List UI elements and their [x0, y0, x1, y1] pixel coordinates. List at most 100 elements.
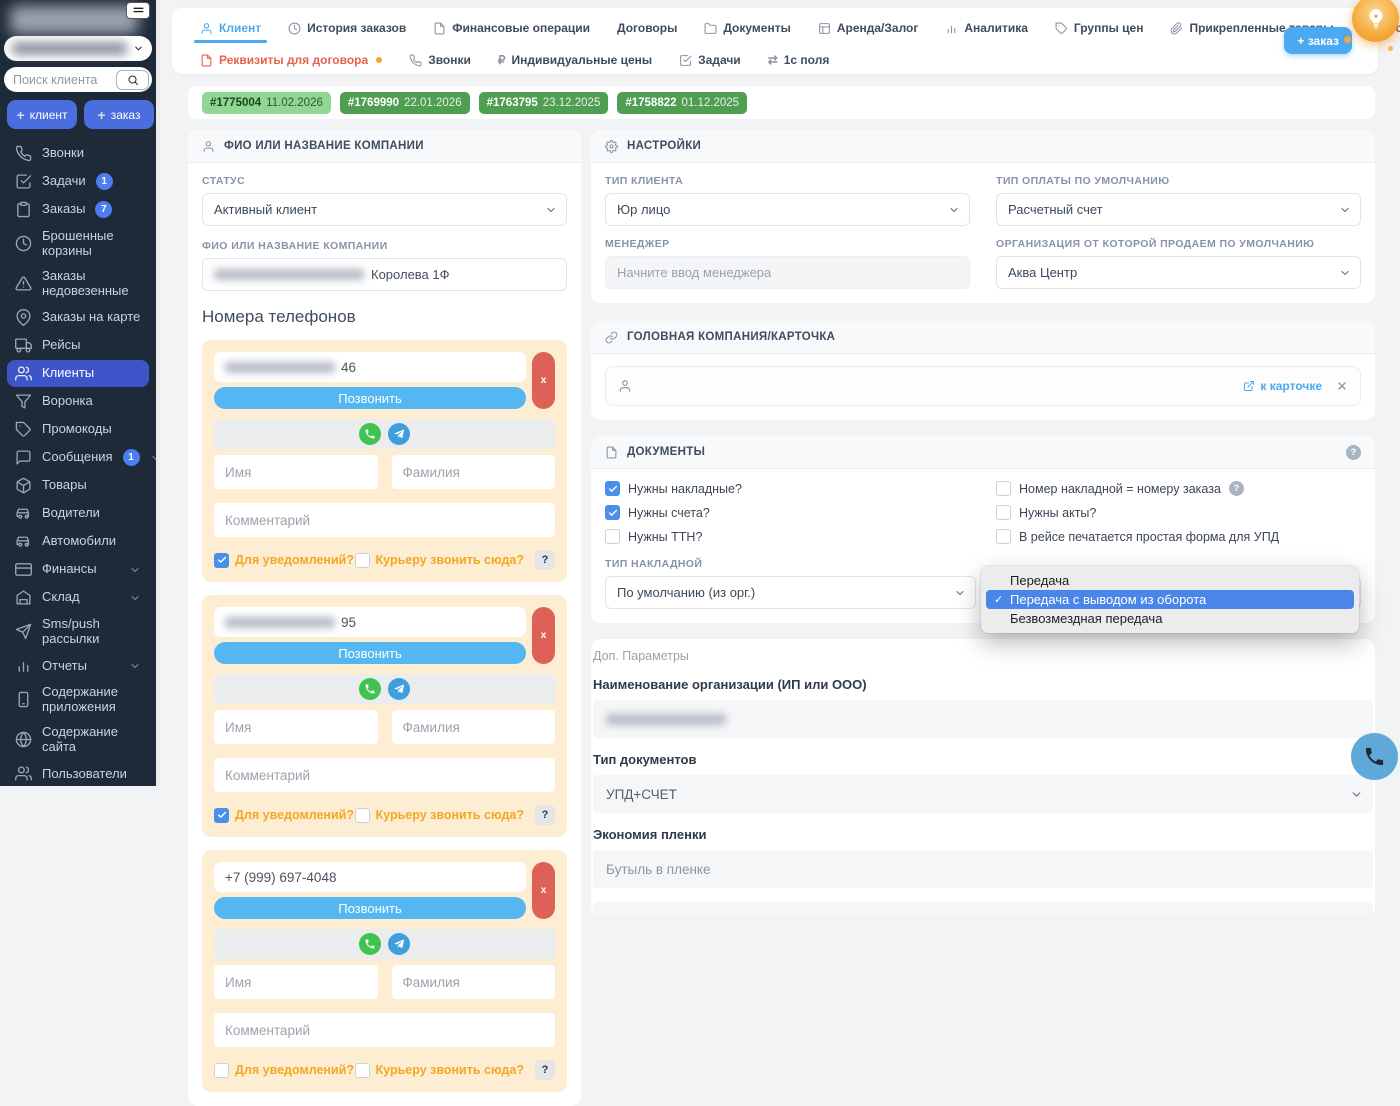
- invoice-type-select[interactable]: По умолчанию (из орг.): [605, 576, 976, 609]
- sidebar-item-warehouse[interactable]: Склад: [7, 584, 149, 611]
- telegram-icon[interactable]: [388, 933, 410, 955]
- sidebar-item-trips[interactable]: Рейсы: [7, 332, 149, 359]
- tab-calls[interactable]: Звонки: [409, 53, 471, 67]
- tab-individual-prices[interactable]: ₽Индивидуальные цены: [498, 53, 652, 67]
- remove-phone-button[interactable]: x: [532, 607, 555, 664]
- doc-checkbox[interactable]: [996, 481, 1011, 496]
- sidebar-item-undelivered-orders[interactable]: Заказы недовезенные: [7, 264, 149, 303]
- phone-number-field[interactable]: 95: [214, 607, 526, 637]
- doc-checkbox[interactable]: [996, 529, 1011, 544]
- tab-tasks[interactable]: Задачи: [679, 53, 741, 67]
- last-name-input[interactable]: [392, 455, 556, 489]
- sidebar-item-site-content[interactable]: Содержание сайта: [7, 720, 149, 759]
- sidebar-item-promocodes[interactable]: Промокоды: [7, 416, 149, 443]
- film-economy-field[interactable]: Бутыль в пленке: [593, 850, 1373, 888]
- doc-checkbox[interactable]: [605, 529, 620, 544]
- status-select[interactable]: Активный клиент: [202, 193, 567, 226]
- doc-type-select[interactable]: УПД+СЧЕТ: [593, 775, 1373, 813]
- telegram-icon[interactable]: [388, 423, 410, 445]
- dropdown-option[interactable]: Передача: [986, 571, 1354, 590]
- remove-phone-button[interactable]: x: [532, 352, 555, 409]
- documents-help-button[interactable]: ?: [1346, 445, 1361, 460]
- sidebar-item-calls[interactable]: Звонки: [7, 140, 149, 167]
- menu-icon[interactable]: [126, 2, 150, 19]
- whatsapp-icon[interactable]: [359, 933, 381, 955]
- manager-input[interactable]: [605, 256, 970, 289]
- tab-1c-fields[interactable]: ⇄1с поля: [768, 53, 830, 67]
- sidebar-item-sms-push[interactable]: Sms/push рассылки: [7, 612, 149, 651]
- call-button[interactable]: Позвонить: [214, 897, 526, 919]
- doc-checkbox[interactable]: [996, 505, 1011, 520]
- search-input[interactable]: [6, 73, 116, 87]
- sidebar-item-messages[interactable]: Сообщения1: [7, 444, 149, 471]
- first-name-input[interactable]: [214, 710, 378, 744]
- comment-input[interactable]: [214, 758, 555, 792]
- sidebar-item-orders[interactable]: Заказы7: [7, 196, 149, 223]
- courier-checkbox[interactable]: [355, 808, 370, 823]
- sidebar-item-clients[interactable]: Клиенты: [7, 360, 149, 387]
- comment-input[interactable]: [214, 503, 555, 537]
- to-card-link[interactable]: к карточке: [1243, 379, 1322, 393]
- first-name-input[interactable]: [214, 965, 378, 999]
- dropdown-option[interactable]: Безвозмездная передача: [986, 609, 1354, 628]
- courier-help-button[interactable]: ?: [535, 805, 555, 825]
- last-name-input[interactable]: [392, 965, 556, 999]
- order-badge[interactable]: #177500411.02.2026: [202, 92, 331, 114]
- call-fab-button[interactable]: [1351, 733, 1398, 780]
- sidebar-item-app-content[interactable]: Содержание приложения: [7, 680, 149, 719]
- sidebar-item-orders-on-map[interactable]: Заказы на карте: [7, 304, 149, 331]
- clear-head-company-button[interactable]: [1336, 380, 1348, 392]
- last-name-input[interactable]: [392, 710, 556, 744]
- help-icon[interactable]: ?: [1229, 481, 1244, 496]
- sidebar-item-drivers[interactable]: Водители: [7, 500, 149, 527]
- whatsapp-icon[interactable]: [359, 423, 381, 445]
- comment-input[interactable]: [214, 1013, 555, 1047]
- remove-phone-button[interactable]: x: [532, 862, 555, 919]
- dropdown-option[interactable]: ✓Передача с выводом из оборота: [986, 590, 1354, 609]
- doc-checkbox[interactable]: [605, 481, 620, 496]
- courier-checkbox[interactable]: [355, 553, 370, 568]
- tab-financial-operations[interactable]: Финансовые операции: [433, 21, 590, 35]
- tab-order-history[interactable]: История заказов: [288, 21, 406, 35]
- client-type-select[interactable]: Юр лицо: [605, 193, 970, 226]
- whatsapp-icon[interactable]: [359, 678, 381, 700]
- telegram-icon[interactable]: [388, 678, 410, 700]
- tab-price-groups[interactable]: Группы цен: [1055, 21, 1144, 35]
- courier-help-button[interactable]: ?: [535, 1060, 555, 1080]
- tab-rent-pledge[interactable]: Аренда/Залог: [818, 21, 919, 35]
- sidebar-item-finance[interactable]: Финансы: [7, 556, 149, 583]
- sidebar-item-funnel[interactable]: Воронка: [7, 388, 149, 415]
- search-button[interactable]: [116, 70, 149, 90]
- sidebar-item-products[interactable]: Товары: [7, 472, 149, 499]
- call-button[interactable]: Позвонить: [214, 642, 526, 664]
- tab-contracts[interactable]: Договоры: [617, 21, 677, 35]
- tab-documents[interactable]: Документы: [704, 21, 790, 35]
- notify-checkbox[interactable]: [214, 1063, 229, 1078]
- order-badge[interactable]: #176999022.01.2026: [340, 92, 470, 114]
- order-badge[interactable]: #176379523.12.2025: [479, 92, 609, 114]
- order-badge[interactable]: #175882201.12.2025: [617, 92, 747, 114]
- sidebar-item-users[interactable]: Пользователи: [7, 760, 149, 786]
- phone-number-field[interactable]: 46: [214, 352, 526, 382]
- client-name-field[interactable]: Королева 1Ф: [202, 258, 567, 291]
- organization-select[interactable]: Аква Центр: [996, 256, 1361, 289]
- sidebar-item-reports[interactable]: Отчеты: [7, 652, 149, 679]
- courier-checkbox[interactable]: [355, 1063, 370, 1078]
- sidebar-item-tasks[interactable]: Задачи1: [7, 168, 149, 195]
- phone-number-field[interactable]: +7 (999) 697-4048: [214, 862, 526, 892]
- sidebar-item-cars[interactable]: Автомобили: [7, 528, 149, 555]
- org-name-field[interactable]: [593, 700, 1373, 738]
- tab-client[interactable]: Клиент: [200, 21, 261, 35]
- profile-selector[interactable]: [4, 36, 152, 61]
- call-button[interactable]: Позвонить: [214, 387, 526, 409]
- doc-checkbox[interactable]: [605, 505, 620, 520]
- tab-contract-details[interactable]: Реквизиты для договора: [200, 53, 382, 67]
- add-order-button-sidebar[interactable]: +заказ: [84, 100, 154, 129]
- first-name-input[interactable]: [214, 455, 378, 489]
- add-client-button[interactable]: +клиент: [7, 100, 77, 129]
- notify-checkbox[interactable]: [214, 553, 229, 568]
- add-order-button-top[interactable]: + заказ: [1284, 27, 1352, 54]
- notify-checkbox[interactable]: [214, 808, 229, 823]
- tab-analytics[interactable]: Аналитика: [945, 21, 1028, 35]
- payment-type-select[interactable]: Расчетный счет: [996, 193, 1361, 226]
